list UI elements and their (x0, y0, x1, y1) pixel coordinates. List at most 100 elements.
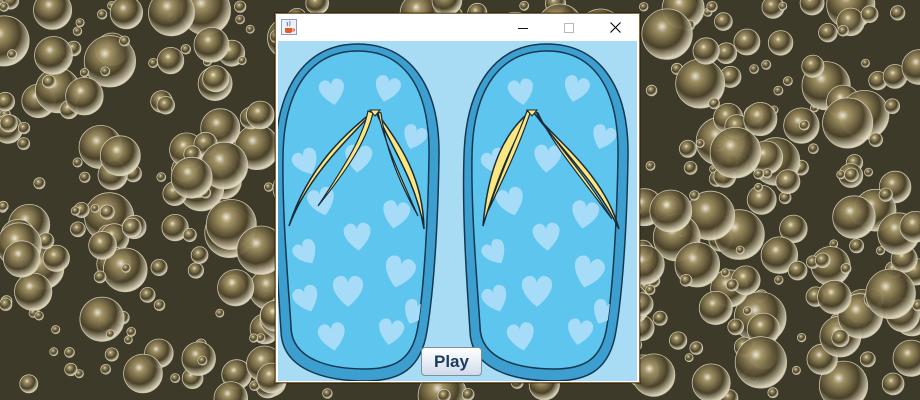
wallpaper-bubble (34, 311, 44, 321)
wallpaper-bubble (70, 206, 81, 216)
wallpaper-bubble (180, 44, 192, 55)
wallpaper-bubble (679, 139, 697, 158)
wallpaper-bubble (890, 5, 906, 21)
wallpaper-bubble (679, 273, 693, 287)
wallpaper-bubble (692, 37, 720, 65)
right-flip-flop (462, 43, 629, 381)
wallpaper-bubble (709, 126, 762, 179)
wallpaper-bubble (639, 2, 649, 12)
wallpaper-bubble (150, 258, 168, 276)
wallpaper-bubble (105, 329, 115, 339)
minimize-icon (518, 27, 528, 29)
left-flip-flop (278, 43, 440, 381)
wallpaper-bubble (245, 100, 275, 130)
wallpaper-bubble (17, 137, 31, 151)
wallpaper-bubble (170, 156, 213, 199)
wallpaper-bubble (190, 246, 209, 264)
wallpaper-bubble (0, 114, 18, 133)
wallpaper-bubble (64, 347, 75, 358)
wallpaper-bubble (70, 221, 86, 238)
wallpaper-bubble (864, 167, 873, 177)
wallpaper-bubble (775, 169, 801, 195)
wallpaper-bubble (72, 157, 83, 168)
wallpaper-bubble (749, 64, 759, 74)
wallpaper-bubble (109, 0, 143, 30)
wallpaper-bubble (49, 347, 59, 357)
wallpaper-bubble (99, 204, 115, 220)
wallpaper-bubble (437, 389, 451, 400)
wallpaper-bubble (859, 351, 876, 368)
wallpaper-bubble (33, 177, 46, 190)
wallpaper-bubble (683, 161, 698, 175)
wallpaper-bubble (865, 268, 916, 320)
wallpaper-bubble (249, 333, 259, 343)
wallpaper-bubble (215, 308, 225, 318)
wallpaper-bubble (157, 46, 185, 75)
wallpaper-bubble (121, 217, 142, 238)
wallpaper-bubble (808, 143, 819, 155)
wallpaper-bubble (97, 9, 108, 20)
wallpaper-bubble (778, 1, 788, 11)
wallpaper-bubble (876, 246, 886, 256)
wallpaper-bubble (245, 24, 255, 34)
title-bar[interactable] (276, 14, 639, 41)
wallpaper-bubble (104, 347, 119, 362)
wallpaper-bubble (90, 203, 100, 213)
wallpaper-bubble (182, 227, 197, 242)
wallpaper-bubble (727, 318, 744, 336)
wallpaper-bubble (840, 263, 852, 274)
wallpaper-bubble (733, 28, 761, 56)
wallpaper-bubble (868, 132, 884, 148)
close-button[interactable] (592, 14, 638, 41)
wallpaper-bubble (689, 190, 700, 201)
wallpaper-bubble (836, 170, 846, 180)
wallpaper-bubble (831, 329, 850, 348)
wallpaper-bubble (881, 372, 905, 396)
wallpaper-bubble (860, 5, 879, 23)
wallpaper-bubble (878, 187, 893, 202)
wallpaper-bubble (148, 58, 159, 69)
wallpaper-bubble (641, 8, 693, 60)
wallpaper-bubble (645, 160, 656, 171)
wallpaper-bubble (742, 306, 753, 316)
wallpaper-bubble (170, 373, 181, 384)
wallpaper-bubble (123, 353, 163, 394)
wallpaper-bubble (796, 332, 807, 343)
play-button[interactable]: Play (421, 347, 482, 376)
game-canvas[interactable]: Play (278, 41, 637, 381)
wallpaper-bubble (322, 388, 333, 399)
wallpaper-bubble (79, 68, 90, 78)
wallpaper-bubble (0, 200, 9, 212)
wallpaper-bubble (668, 331, 688, 350)
wallpaper-bubble (197, 355, 208, 366)
wallpaper-bubble (754, 182, 763, 192)
wallpaper-bubble (519, 0, 530, 11)
wallpaper-bubble (79, 171, 91, 183)
wallpaper-bubble (849, 238, 864, 254)
wallpaper-bubble (714, 12, 733, 31)
wallpaper-bubble (791, 365, 801, 375)
wallpaper-bubble (708, 97, 720, 110)
wallpaper-bubble (817, 279, 852, 315)
flip-flops-illustration (278, 43, 629, 381)
wallpaper-bubble (720, 268, 730, 278)
wallpaper-bubble (822, 97, 874, 149)
wallpaper-bubble (783, 76, 793, 86)
close-icon (609, 22, 621, 33)
maximize-button[interactable] (546, 14, 592, 41)
wallpaper-bubble (264, 182, 274, 192)
wallpaper-bubble (684, 353, 694, 363)
wallpaper-bubble (126, 326, 137, 337)
wallpaper-bubble (706, 1, 718, 13)
wallpaper-bubble (193, 26, 230, 63)
wallpaper-bubble (153, 299, 166, 311)
wallpaper-bubble (837, 25, 849, 37)
wallpaper-bubble (814, 252, 831, 268)
wallpaper-bubble (123, 335, 133, 345)
wallpaper-bubble (99, 135, 141, 177)
java-cup-icon (281, 19, 297, 35)
wallpaper-bubble (691, 363, 731, 400)
wallpaper-bubble (0, 297, 13, 311)
minimize-button[interactable] (500, 14, 546, 41)
wallpaper-bubble (100, 363, 111, 375)
